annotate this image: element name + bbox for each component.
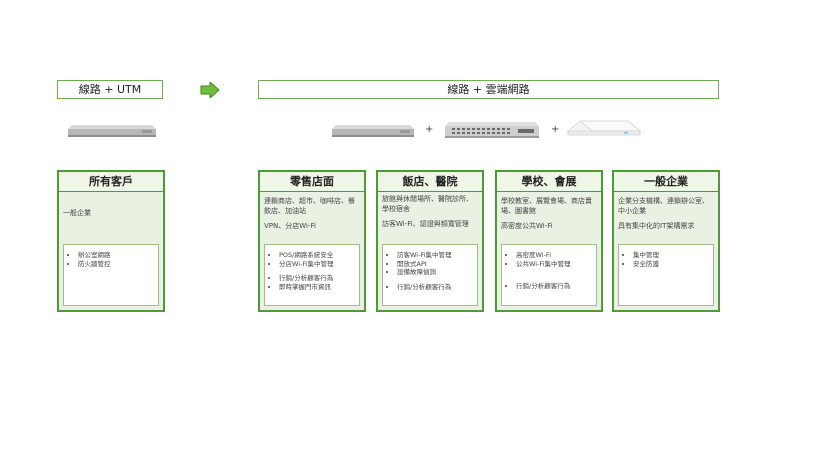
card-desc-line: 訪客Wi-Fi、認證與頻寬管理 <box>382 220 469 228</box>
card-feature-list: 辦公室網路 防火牆管控 <box>63 244 159 306</box>
card-desc-line: 企業分支機構、連鎖辦公室、中小企業 <box>618 197 709 215</box>
card-description: 一般企業 <box>59 192 163 218</box>
card-school-exhibition: 學校、會展 學校教室、展覽會場、商店賣場、圖書館 高密度公共Wi-Fi 高密度W… <box>495 170 603 312</box>
card-description: 學校教室、展覽會場、商店賣場、圖書館 高密度公共Wi-Fi <box>497 192 601 231</box>
card-description: 連鎖商店、超市、咖啡店、餐飲店、加油站 VPN、分店Wi-Fi <box>260 192 364 231</box>
plus-sign: + <box>425 124 434 135</box>
arrow-right-icon <box>200 82 220 98</box>
card-feature-list: POS/網路系統安全 分店Wi-Fi集中管理 行銷/分析顧客行為 即時掌握門市資… <box>264 244 360 306</box>
card-desc-line: 連鎖商店、超市、咖啡店、餐飲店、加油站 <box>264 197 355 215</box>
left-header: 線路 + UTM <box>57 80 163 99</box>
list-item: 公共Wi-Fi集中管理 <box>516 260 592 269</box>
card-hotel-hospital: 飯店、醫院 旅館與休閒場所、醫院診所、學校宿舍 訪客Wi-Fi、認證與頻寬管理 … <box>376 170 484 312</box>
utm-appliance-icon <box>68 125 156 137</box>
card-title: 所有客戶 <box>59 172 163 192</box>
card-desc-line: VPN、分店Wi-Fi <box>264 222 316 230</box>
list-item: 安全防護 <box>633 260 709 269</box>
card-title: 零售店面 <box>260 172 364 192</box>
list-item: 辦公室網路 <box>78 251 154 260</box>
list-item: POS/網路系統安全 <box>279 251 355 260</box>
card-feature-list: 集中管理 安全防護 <box>618 244 714 306</box>
card-desc-line: 具有集中化的IT架構需求 <box>618 222 695 230</box>
card-desc-line: 學校教室、展覽會場、商店賣場、圖書館 <box>501 197 592 215</box>
list-item: 高密度Wi-Fi <box>516 251 592 260</box>
list-item: 即時掌握門市資訊 <box>279 283 355 292</box>
card-title: 飯店、醫院 <box>378 172 482 192</box>
list-item: 分店Wi-Fi集中管理 <box>279 260 355 269</box>
card-title: 學校、會展 <box>497 172 601 192</box>
list-item: 訪客Wi-Fi集中管理 <box>397 251 473 260</box>
card-all-customers: 所有客戶 一般企業 辦公室網路 防火牆管控 <box>57 170 165 312</box>
card-description: 企業分支機構、連鎖辦公室、中小企業 具有集中化的IT架構需求 <box>614 192 718 231</box>
card-feature-list: 高密度Wi-Fi 公共Wi-Fi集中管理 行銷/分析顧客行為 <box>501 244 597 306</box>
card-description: 旅館與休閒場所、醫院診所、學校宿舍 訪客Wi-Fi、認證與頻寬管理 <box>378 192 482 229</box>
card-feature-list: 訪客Wi-Fi集中管理 開放式API 設備故障偵測 行銷/分析顧客行為 <box>382 244 478 306</box>
plus-sign: + <box>551 124 560 135</box>
card-desc-line: 旅館與休閒場所、醫院診所、學校宿舍 <box>382 195 473 213</box>
card-desc-line: 一般企業 <box>63 209 91 217</box>
right-header: 線路 + 雲端網路 <box>258 80 719 99</box>
card-retail: 零售店面 連鎖商店、超市、咖啡店、餐飲店、加油站 VPN、分店Wi-Fi POS… <box>258 170 366 312</box>
list-item: 設備故障偵測 <box>397 268 473 277</box>
network-switch-icon <box>445 122 539 138</box>
list-item: 防火牆管控 <box>78 260 154 269</box>
list-item: 開放式API <box>397 260 473 269</box>
list-item: 行銷/分析顧客行為 <box>516 282 592 291</box>
card-desc-line: 高密度公共Wi-Fi <box>501 222 553 230</box>
security-appliance-icon <box>332 125 414 137</box>
list-item: 行銷/分析顧客行為 <box>397 283 473 292</box>
list-item: 集中管理 <box>633 251 709 260</box>
list-item: 行銷/分析顧客行為 <box>279 274 355 283</box>
card-enterprise: 一般企業 企業分支機構、連鎖辦公室、中小企業 具有集中化的IT架構需求 集中管理… <box>612 170 720 312</box>
card-title: 一般企業 <box>614 172 718 192</box>
access-point-icon <box>566 120 642 136</box>
